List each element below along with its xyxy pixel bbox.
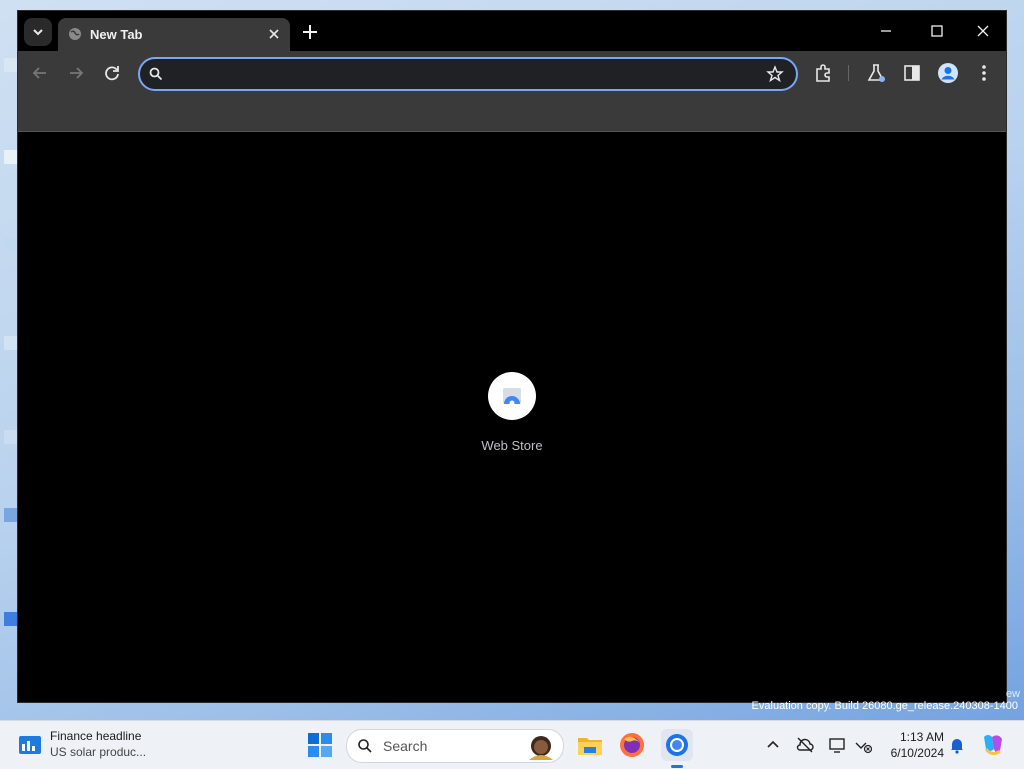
web-store-icon <box>503 388 521 406</box>
cloud-off-icon[interactable] <box>795 735 815 755</box>
globe-icon <box>69 28 81 40</box>
desktop-icon[interactable] <box>4 612 18 626</box>
browser-window: New Tab Web Store <box>18 11 1006 702</box>
address-bar[interactable] <box>138 57 798 91</box>
tab-search-icon <box>33 29 43 36</box>
search-icon <box>149 67 163 81</box>
back-icon[interactable] <box>29 62 51 84</box>
address-input[interactable] <box>172 63 756 87</box>
extensions-icon[interactable] <box>812 62 834 84</box>
chrome-icon[interactable] <box>661 729 693 761</box>
maximize-icon[interactable] <box>925 19 949 43</box>
widgets-icon <box>19 736 41 754</box>
search-highlight-icon <box>529 736 553 760</box>
firefox-icon[interactable] <box>616 729 648 761</box>
side-panel-icon[interactable] <box>901 62 923 84</box>
chevron-up-icon[interactable] <box>763 735 783 755</box>
toolbar <box>18 51 1006 95</box>
tab-new-tab[interactable]: New Tab <box>58 18 290 51</box>
tab-title: New Tab <box>90 27 143 42</box>
minimize-icon[interactable] <box>874 19 898 43</box>
desktop-icon[interactable] <box>4 58 18 72</box>
taskbar-search[interactable]: Search <box>346 729 564 763</box>
tab-search-button[interactable] <box>24 18 52 46</box>
widget-subtitle: US solar produc... <box>50 745 147 759</box>
search-label: Search <box>383 738 428 754</box>
profile-icon[interactable] <box>937 62 959 84</box>
toolbar-separator <box>848 65 849 81</box>
desktop-icon[interactable] <box>4 238 18 252</box>
shortcut-web-store[interactable]: Web Store <box>472 372 552 462</box>
watermark-text: Evaluation copy. Build 26080.ge_release.… <box>751 700 1018 712</box>
shortcut-label: Web Store <box>481 438 543 453</box>
desktop-icon[interactable] <box>4 150 18 164</box>
clock-date: 6/10/2024 <box>890 746 944 760</box>
new-tab-page: Web Store <box>18 132 1006 702</box>
bookmarks-bar <box>18 95 1006 132</box>
desktop-icon[interactable] <box>4 508 18 522</box>
desktop-icon[interactable] <box>4 336 18 350</box>
system-clock[interactable]: 1:13 AM 6/10/2024 <box>878 729 944 761</box>
reload-icon[interactable] <box>101 62 123 84</box>
file-explorer-icon[interactable] <box>574 729 606 761</box>
labs-icon[interactable] <box>865 62 887 84</box>
close-window-icon[interactable] <box>971 19 995 43</box>
network-icon[interactable] <box>853 735 873 755</box>
clock-time: 1:13 AM <box>899 730 944 744</box>
widget-title: Finance headline <box>50 729 142 743</box>
display-icon[interactable] <box>827 735 847 755</box>
widgets-button[interactable]: Finance headline US solar produc... <box>16 727 216 763</box>
more-icon[interactable] <box>973 62 995 84</box>
star-icon[interactable] <box>766 65 784 83</box>
close-icon[interactable] <box>266 26 282 42</box>
forward-icon[interactable] <box>65 62 87 84</box>
taskbar: Finance headline US solar produc... Sear… <box>0 720 1024 769</box>
search-icon <box>358 739 372 753</box>
windows-icon[interactable] <box>305 730 335 760</box>
title-bar: New Tab <box>18 11 1006 51</box>
copilot-icon[interactable] <box>980 731 1006 759</box>
bell-icon[interactable] <box>947 735 967 755</box>
new-tab-button[interactable] <box>300 22 320 42</box>
evaluation-watermark: Evaluation copy. Build 26080.ge_release.… <box>752 700 1018 712</box>
desktop-icon[interactable] <box>4 430 18 444</box>
shortcut-tile <box>488 372 536 420</box>
watermark-edge-text: ew <box>1005 688 1020 700</box>
